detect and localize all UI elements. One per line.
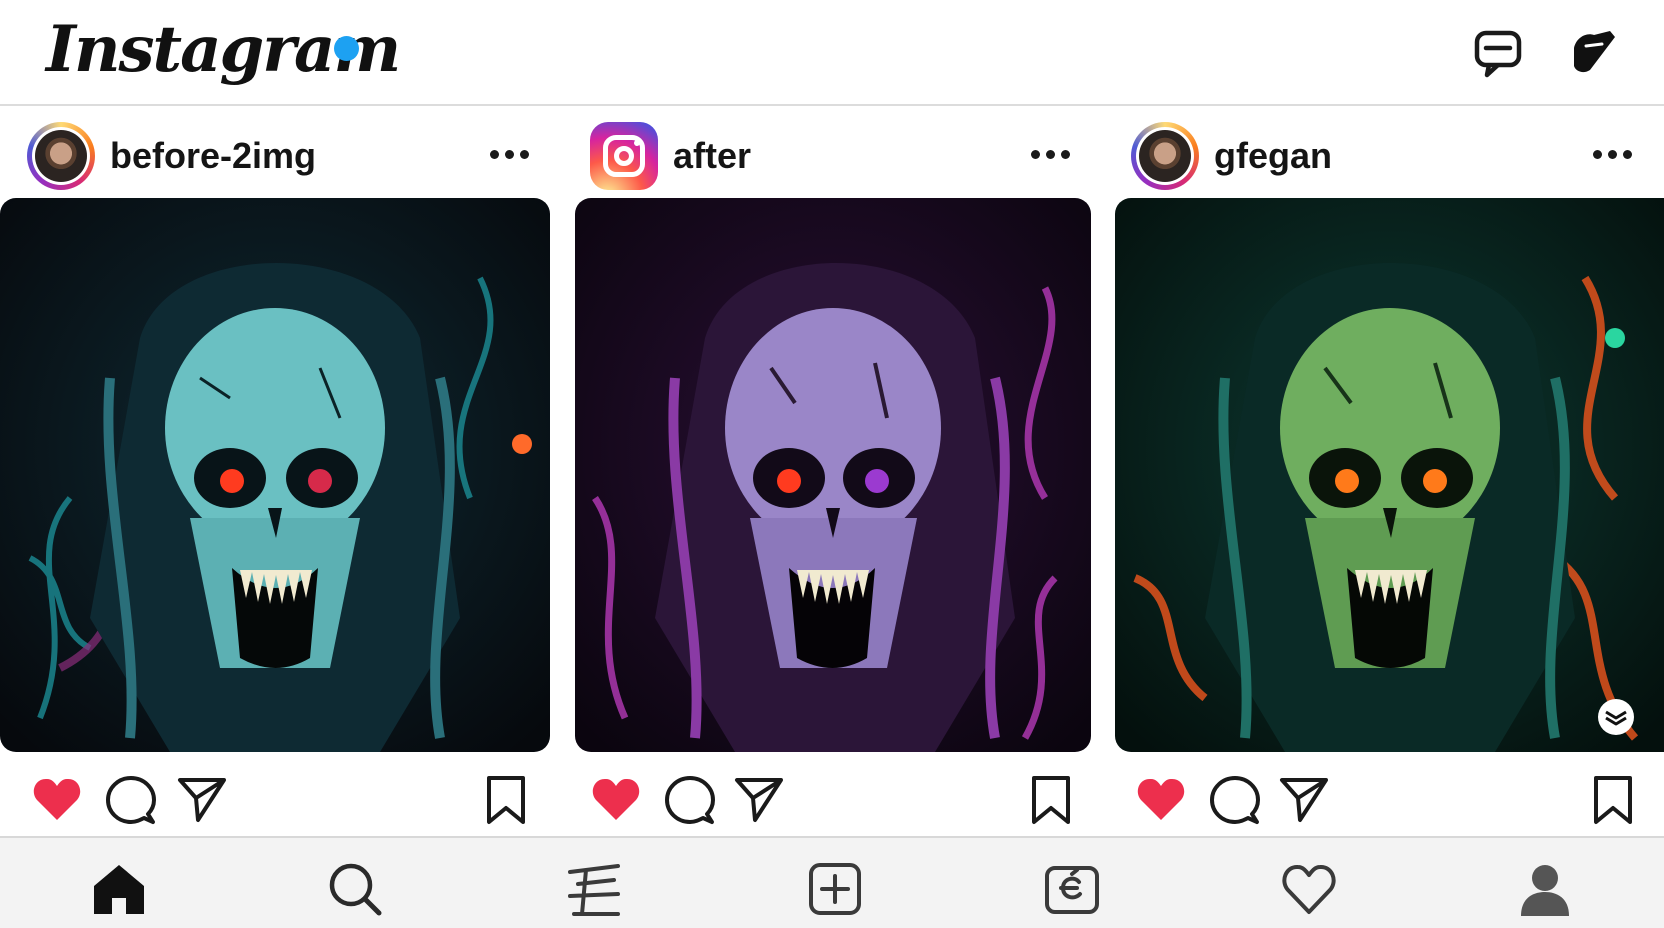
post-header: before-2img (0, 116, 552, 190)
post-image[interactable] (1115, 198, 1664, 752)
carousel-badge-icon[interactable] (1597, 698, 1635, 736)
comment-icon[interactable] (104, 774, 156, 826)
post-username[interactable]: after (673, 136, 751, 176)
post-actions (573, 766, 1093, 836)
user-avatar[interactable] (27, 122, 95, 190)
post-image[interactable] (0, 198, 550, 752)
bottom-navigation (0, 836, 1664, 928)
reels-icon[interactable] (564, 860, 622, 918)
post-header: gfegan (1113, 116, 1664, 190)
bookmark-icon[interactable] (480, 774, 532, 826)
more-options-icon[interactable] (1593, 150, 1633, 160)
bookmark-icon[interactable] (1025, 774, 1077, 826)
notification-dot (334, 36, 359, 61)
edit-pen-icon[interactable] (1566, 26, 1620, 80)
skull-illustration-green (1115, 198, 1664, 752)
comment-icon[interactable] (663, 774, 715, 826)
like-icon[interactable] (1135, 774, 1187, 826)
post-card: gfegan (1113, 106, 1664, 836)
post-actions (0, 766, 552, 836)
post-username[interactable]: gfegan (1214, 136, 1332, 176)
post-header: after (573, 116, 1093, 190)
activity-icon[interactable] (1280, 860, 1338, 918)
more-options-icon[interactable] (1031, 150, 1071, 160)
home-icon[interactable] (90, 860, 148, 918)
share-icon[interactable] (1278, 774, 1330, 826)
comment-icon[interactable] (1208, 774, 1260, 826)
post-card: before-2img (0, 106, 552, 836)
post-actions (1113, 766, 1664, 836)
create-icon[interactable] (806, 860, 864, 918)
post-card: after (573, 106, 1093, 836)
shop-icon[interactable] (1043, 860, 1101, 918)
like-icon[interactable] (590, 774, 642, 826)
user-avatar[interactable] (1131, 122, 1199, 190)
post-username[interactable]: before-2img (110, 136, 316, 176)
search-icon[interactable] (326, 860, 384, 918)
like-icon[interactable] (31, 774, 83, 826)
profile-icon[interactable] (1516, 860, 1574, 918)
instagram-logo-icon[interactable] (590, 122, 658, 190)
share-icon[interactable] (176, 774, 228, 826)
more-options-icon[interactable] (490, 150, 530, 160)
bookmark-icon[interactable] (1587, 774, 1639, 826)
messages-icon[interactable] (1472, 26, 1526, 80)
skull-illustration-teal (0, 198, 550, 752)
top-bar: Instagram (0, 0, 1664, 106)
skull-illustration-purple (575, 198, 1091, 752)
post-image[interactable] (575, 198, 1091, 752)
share-icon[interactable] (733, 774, 785, 826)
